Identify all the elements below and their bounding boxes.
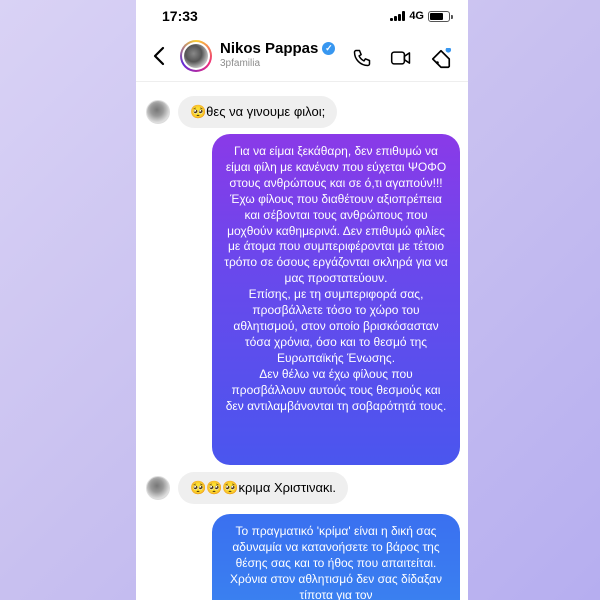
network-label: 4G: [409, 10, 424, 22]
contact-avatar[interactable]: [180, 40, 212, 72]
signal-icon: [390, 11, 406, 21]
incoming-message-row: 🥺θες να γινουμε φιλοι;: [146, 96, 338, 128]
contact-info[interactable]: Nikos Pappas ✓ 3pfamilia: [220, 40, 336, 69]
chat-header: Nikos Pappas ✓ 3pfamilia: [136, 36, 468, 82]
message-paragraph: Επίσης, με τη συμπεριφορά σας, προσβάλλε…: [233, 287, 439, 365]
message-thread[interactable]: 🥺θες να γινουμε φιλοι; Για να είμαι ξεκά…: [136, 82, 468, 600]
back-arrow-icon[interactable]: [152, 46, 166, 72]
status-indicators: 4G: [390, 10, 453, 22]
incoming-message-bubble[interactable]: 🥺🥺🥺κριμα Χριστινακι.: [178, 472, 348, 504]
outgoing-message-bubble[interactable]: Για να είμαι ξεκάθαρη, δεν επιθυμώ να εί…: [212, 134, 460, 465]
status-time: 17:33: [162, 8, 198, 24]
message-paragraph: Δεν θέλω να έχω φίλους που προσβάλλουν α…: [225, 366, 447, 413]
sender-avatar[interactable]: [146, 100, 170, 124]
phone-screen: 17:33 4G Nikos Pappas ✓ 3pfamilia 🥺θες ν…: [136, 0, 468, 600]
contact-name: Nikos Pappas: [220, 40, 319, 57]
incoming-message-bubble[interactable]: 🥺θες να γινουμε φιλοι;: [178, 96, 338, 128]
tag-icon[interactable]: [430, 47, 452, 75]
video-icon[interactable]: [390, 48, 412, 73]
message-paragraph: Για να είμαι ξεκάθαρη, δεν επιθυμώ να εί…: [224, 144, 448, 286]
phone-icon[interactable]: [352, 48, 372, 73]
outgoing-message-bubble[interactable]: Το πραγματικό 'κρίμα' είναι η δική σας α…: [212, 514, 460, 600]
incoming-message-row: 🥺🥺🥺κριμα Χριστινακι.: [146, 472, 348, 504]
verified-badge-icon: ✓: [322, 42, 336, 55]
contact-username: 3pfamilia: [220, 58, 261, 69]
status-bar: 17:33 4G: [136, 0, 468, 36]
message-paragraph: Το πραγματικό 'κρίμα' είναι η δική σας α…: [230, 524, 442, 600]
battery-icon: [428, 10, 453, 22]
sender-avatar[interactable]: [146, 476, 170, 500]
